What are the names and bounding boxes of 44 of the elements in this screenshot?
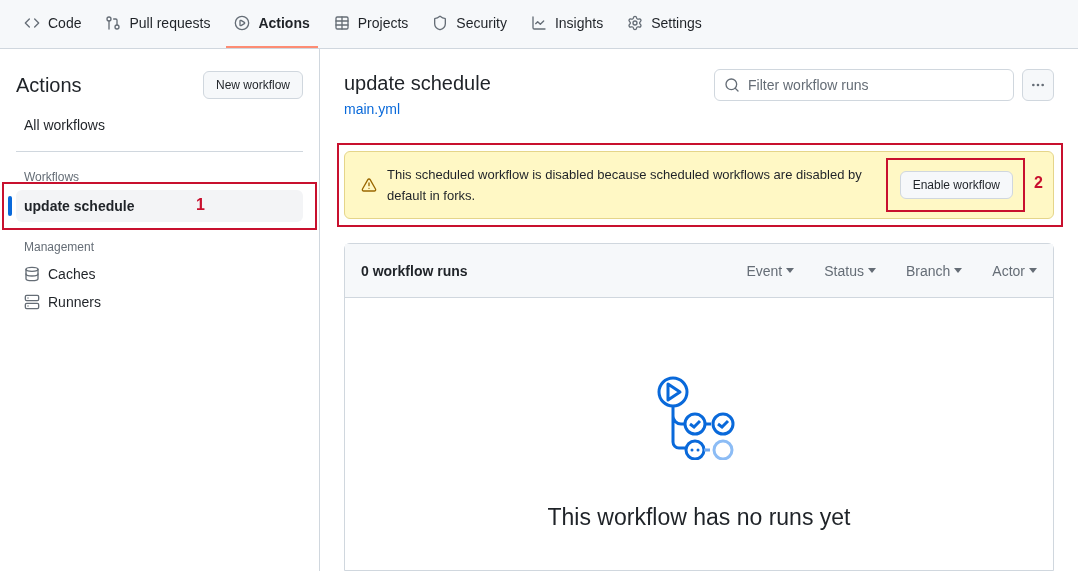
- filter-field[interactable]: Filter workflow runs: [714, 69, 1014, 101]
- nav-tab[interactable]: Insights: [522, 0, 612, 48]
- caret-icon: [1029, 268, 1037, 273]
- enable-workflow-button[interactable]: Enable workflow: [899, 171, 1013, 199]
- filter-dropdown[interactable]: Event: [746, 262, 795, 279]
- nav-tab[interactable]: Settings: [619, 0, 710, 48]
- empty-state-title: This workflow has no runs yet: [547, 504, 851, 531]
- code-icon: [24, 15, 40, 31]
- filter-dropdown[interactable]: Status: [824, 262, 876, 279]
- caret-icon: [954, 268, 963, 273]
- annotation-number: 1: [196, 196, 205, 214]
- management-item[interactable]: Runners: [16, 288, 303, 316]
- caret-icon: [786, 268, 795, 273]
- nav-tab[interactable]: Code: [16, 0, 90, 48]
- caret-icon: [867, 268, 876, 273]
- workflow-title: update schedule: [344, 72, 491, 95]
- nav-tab[interactable]: Projects: [325, 0, 417, 48]
- section-heading: Management: [23, 240, 96, 254]
- annotation-number: 2: [1034, 174, 1043, 192]
- selection-indicator: [8, 196, 12, 216]
- section-heading: Workflows: [23, 170, 81, 184]
- server-icon: [24, 294, 40, 310]
- pull-request-icon: [105, 15, 122, 31]
- runs-count: 0 workflow runs: [361, 262, 468, 279]
- filter-dropdown[interactable]: Branch: [905, 262, 963, 279]
- management-item[interactable]: Caches: [16, 260, 303, 288]
- nav-tab[interactable]: Security: [424, 0, 515, 48]
- sidebar-title: Actions: [16, 73, 82, 97]
- table-icon: [333, 15, 350, 31]
- more-button[interactable]: [1022, 69, 1054, 101]
- nav-tab[interactable]: Pull requests: [97, 0, 219, 48]
- file-link[interactable]: main.yml: [344, 101, 491, 117]
- graph-icon: [530, 15, 547, 31]
- search-icon: [724, 77, 740, 93]
- all-workflows-link[interactable]: All workflows: [16, 111, 303, 139]
- warning-message: This scheduled workflow is disabled because scheduled workflows are disabled by default in forks.: [387, 166, 863, 205]
- settings-icon: [627, 15, 644, 31]
- database-icon: [24, 266, 40, 282]
- shield-icon: [432, 15, 449, 31]
- play-icon: [234, 15, 251, 31]
- new-workflow-button[interactable]: New workflow: [203, 71, 303, 99]
- warning-icon: [361, 177, 377, 193]
- filter-dropdown[interactable]: Actor: [992, 262, 1037, 279]
- nav-tab[interactable]: Actions: [226, 0, 318, 48]
